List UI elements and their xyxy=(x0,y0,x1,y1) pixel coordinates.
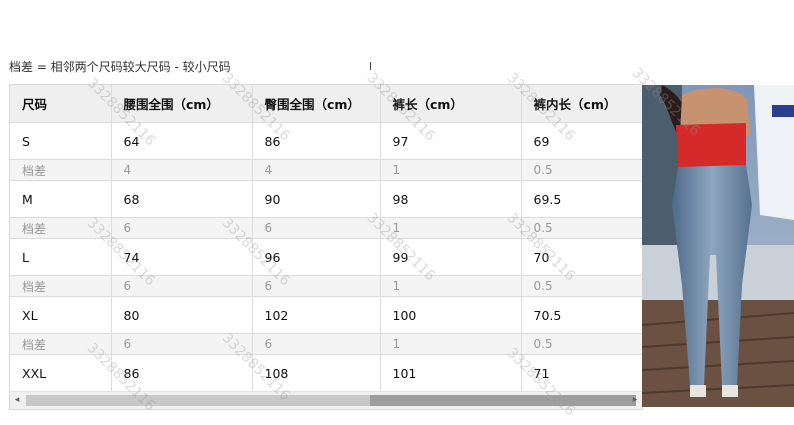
size-row: M 68 90 98 69.5 xyxy=(10,180,642,218)
table-cell: 64 xyxy=(111,122,253,160)
table-cell: 86 xyxy=(252,122,381,160)
table-cell: 96 xyxy=(252,238,381,276)
scroll-right-icon[interactable]: ▸ xyxy=(630,395,640,406)
model-photo xyxy=(642,85,794,407)
table-cell: 108 xyxy=(252,354,381,392)
grade-diff-row: 档差 6 6 1 0.5 xyxy=(10,217,642,239)
table-cell: 68 xyxy=(111,180,253,218)
model-photo-illustration xyxy=(642,85,794,407)
scrollbar-thumb[interactable] xyxy=(370,395,636,406)
table-cell: 101 xyxy=(380,354,522,392)
size-row: XL 80 102 100 70.5 xyxy=(10,296,642,334)
size-label-cell: M xyxy=(10,180,112,218)
size-table-container: 尺码 腰围全围（cm） 臀围全围（cm） 裤长（cm） 裤内长（cm） S 64 8… xyxy=(9,84,643,410)
header-hip: 臀围全围（cm） xyxy=(252,85,381,123)
table-cell: 6 xyxy=(111,333,253,355)
table-cell: 6 xyxy=(111,217,253,239)
table-cell: 90 xyxy=(252,180,381,218)
header-waist: 腰围全围（cm） xyxy=(111,85,253,123)
table-cell: 0.5 xyxy=(521,217,642,239)
grade-diff-label-cell: 档差 xyxy=(10,275,112,297)
header-size: 尺码 xyxy=(10,85,112,123)
table-cell: 70.5 xyxy=(521,296,642,334)
scroll-left-icon[interactable]: ◂ xyxy=(12,395,22,406)
grade-diff-row: 档差 6 6 1 0.5 xyxy=(10,275,642,297)
table-cell: 97 xyxy=(380,122,522,160)
table-cell: 6 xyxy=(252,275,381,297)
horizontal-scrollbar[interactable]: ◂ ▸ xyxy=(10,391,642,409)
table-cell: 1 xyxy=(380,217,522,239)
table-cell: 69 xyxy=(521,122,642,160)
table-cell: 4 xyxy=(252,159,381,181)
table-cell: 4 xyxy=(111,159,253,181)
grade-diff-row: 档差 6 6 1 0.5 xyxy=(10,333,642,355)
table-cell: 0.5 xyxy=(521,275,642,297)
grade-diff-row: 档差 4 4 1 0.5 xyxy=(10,159,642,181)
table-cell: 100 xyxy=(380,296,522,334)
table-cell: 86 xyxy=(111,354,253,392)
table-cell: 6 xyxy=(252,333,381,355)
header-inseam: 裤内长（cm） xyxy=(521,85,642,123)
table-cell: 0.5 xyxy=(521,333,642,355)
table-cell: 74 xyxy=(111,238,253,276)
table-cell: 1 xyxy=(380,275,522,297)
size-row: XXL 86 108 101 71 xyxy=(10,354,642,392)
table-cell: 80 xyxy=(111,296,253,334)
size-table: 尺码 腰围全围（cm） 臀围全围（cm） 裤长（cm） 裤内长（cm） S 64 8… xyxy=(10,85,642,392)
table-cell: 1 xyxy=(380,159,522,181)
table-cell: 102 xyxy=(252,296,381,334)
text-cursor xyxy=(370,62,371,70)
size-row: S 64 86 97 69 xyxy=(10,122,642,160)
table-cell: 98 xyxy=(380,180,522,218)
table-cell: 6 xyxy=(111,275,253,297)
grade-diff-label-cell: 档差 xyxy=(10,333,112,355)
size-label-cell: S xyxy=(10,122,112,160)
table-header-row: 尺码 腰围全围（cm） 臀围全围（cm） 裤长（cm） 裤内长（cm） xyxy=(10,85,642,123)
grade-diff-label-cell: 档差 xyxy=(10,159,112,181)
table-cell: 70 xyxy=(521,238,642,276)
table-cell: 0.5 xyxy=(521,159,642,181)
size-row: L 74 96 99 70 xyxy=(10,238,642,276)
table-cell: 99 xyxy=(380,238,522,276)
size-note: 档差 = 相邻两个尺码较大尺码 - 较小尺码 xyxy=(9,60,231,74)
table-cell: 69.5 xyxy=(521,180,642,218)
table-cell: 6 xyxy=(252,217,381,239)
header-length: 裤长（cm） xyxy=(380,85,522,123)
table-cell: 1 xyxy=(380,333,522,355)
size-label-cell: XL xyxy=(10,296,112,334)
table-cell: 71 xyxy=(521,354,642,392)
grade-diff-label-cell: 档差 xyxy=(10,217,112,239)
size-label-cell: XXL xyxy=(10,354,112,392)
size-label-cell: L xyxy=(10,238,112,276)
